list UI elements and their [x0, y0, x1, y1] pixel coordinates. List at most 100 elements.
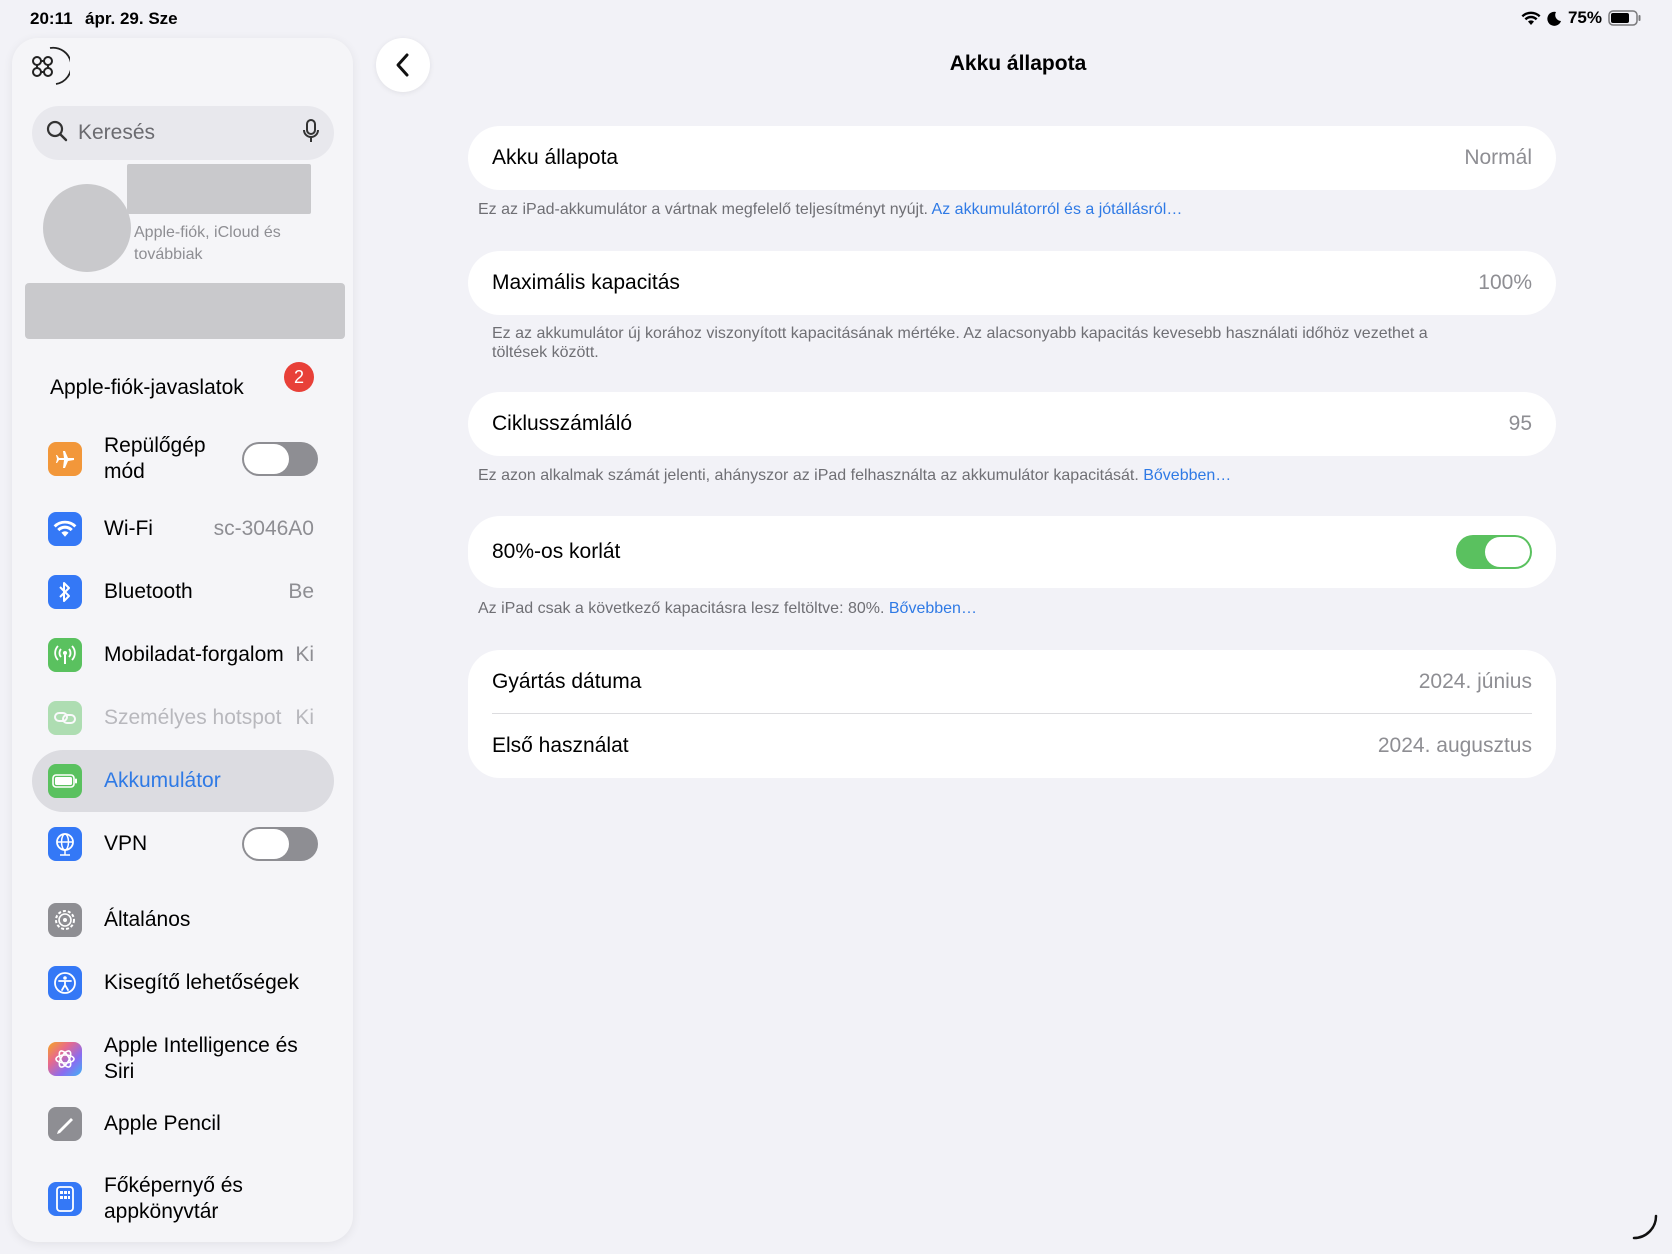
limit-label: 80%-os korlát	[492, 540, 621, 563]
limit-toggle[interactable]	[1456, 535, 1532, 569]
bluetooth-value: Be	[288, 580, 314, 603]
sidebar-item-label: Bluetooth	[104, 580, 193, 603]
account-suggestions-label[interactable]: Apple-fiók-javaslatok	[50, 376, 244, 400]
battery-status-icon	[1608, 10, 1642, 26]
battery-warranty-link[interactable]: Az akkumulátorról és a jótállásról…	[932, 201, 1183, 218]
dates-card: Gyártás dátuma 2024. június Első használ…	[468, 650, 1556, 778]
max-capacity-value: 100%	[1478, 271, 1532, 294]
sidebar-item-label: Repülőgép mód	[104, 434, 206, 483]
battery-percent: 75%	[1567, 8, 1602, 27]
avatar[interactable]	[43, 184, 131, 272]
max-capacity-row: Maximális kapacitás 100%	[492, 251, 1532, 315]
manufacture-date-row: Gyártás dátuma 2024. június	[492, 650, 1532, 714]
suggestions-badge: 2	[284, 362, 314, 392]
search-input[interactable]: Keresés	[32, 106, 334, 160]
accessibility-icon	[48, 966, 82, 1000]
sidebar-item-label: Apple Pencil	[104, 1112, 221, 1135]
sidebar-item-hotspot[interactable]: Személyes hotspot Ki	[32, 687, 334, 749]
cycle-count-more-link[interactable]: Bővebben…	[1143, 467, 1231, 484]
battery-state-row: Akku állapota Normál	[492, 126, 1532, 190]
cycle-count-note-text: Ez azon alkalmak számát jelenti, ahánysz…	[478, 467, 1139, 484]
first-use-row: Első használat 2024. augusztus	[492, 714, 1532, 778]
hotspot-value: Ki	[295, 706, 314, 729]
bluetooth-icon	[48, 575, 82, 609]
back-button[interactable]	[376, 38, 430, 92]
search-icon	[46, 120, 68, 147]
profile-name-redacted	[127, 164, 311, 214]
page-title: Akku állapota	[949, 52, 1087, 75]
chevron-left-icon	[396, 53, 409, 77]
moon-icon	[1547, 11, 1562, 26]
sidebar-item-battery[interactable]: Akkumulátor	[32, 750, 334, 812]
limit-row: 80%-os korlát	[492, 520, 1532, 584]
status-bar: 20:11 ápr. 29. Sze 75%	[0, 0, 1672, 38]
homescreen-icon	[48, 1182, 82, 1216]
battery-state-value: Normál	[1464, 146, 1532, 169]
gear-icon	[48, 903, 82, 937]
battery-icon	[48, 764, 82, 798]
max-capacity-note: Ez az akkumulátor új korához viszonyítot…	[492, 325, 1428, 361]
globe-icon	[48, 827, 82, 861]
siri-icon	[48, 1042, 82, 1076]
corner-gesture-indicator	[1632, 1214, 1658, 1240]
cycle-count-row: Ciklusszámláló 95	[492, 392, 1532, 456]
wifi-icon	[48, 512, 82, 546]
sidebar-item-cellular[interactable]: Mobiladat-forgalom Ki	[32, 624, 334, 686]
limit-more-link[interactable]: Bővebben…	[889, 600, 977, 617]
search-placeholder: Keresés	[78, 121, 156, 144]
sidebar-item-home-screen[interactable]: Főképernyő és appkönyvtár	[32, 1163, 334, 1235]
sidebar-item-label: Wi-Fi	[104, 517, 153, 540]
redacted-row	[25, 283, 345, 339]
battery-state-label: Akku állapota	[492, 146, 619, 169]
battery-state-note: Ez az iPad-akkumulátor a vártnak megfele…	[478, 200, 1488, 219]
airplane-icon	[48, 442, 82, 476]
hotspot-icon	[48, 701, 82, 735]
cycle-count-card: Ciklusszámláló 95	[468, 392, 1556, 456]
cycle-count-note: Ez azon alkalmak számát jelenti, ahánysz…	[478, 466, 1488, 485]
sidebar-item-label: Főképernyő és appkönyvtár	[104, 1174, 243, 1223]
profile-subtitle[interactable]: Apple-fiók, iCloud és továbbiak	[134, 222, 314, 266]
sidebar-item-label: Apple Intelligence és Siri	[104, 1034, 298, 1083]
manufacture-date-label: Gyártás dátuma	[492, 670, 642, 693]
sidebar-item-label: Mobiladat-forgalom	[104, 643, 284, 666]
sidebar-item-vpn[interactable]: VPN	[32, 813, 334, 875]
microphone-icon[interactable]	[302, 118, 320, 148]
sidebar-item-label: VPN	[104, 832, 148, 855]
sidebar-item-bluetooth[interactable]: Bluetooth Be	[32, 561, 334, 623]
battery-state-note-text: Ez az iPad-akkumulátor a vártnak megfele…	[478, 201, 928, 218]
battery-state-card: Akku állapota Normál	[468, 126, 1556, 190]
sidebar-item-wifi[interactable]: Wi-Fi sc-3046A0	[32, 498, 334, 560]
status-time: 20:11	[30, 9, 73, 28]
sidebar-item-airplane-mode[interactable]: Repülőgép mód	[32, 428, 334, 490]
pencil-icon	[48, 1107, 82, 1141]
status-date: ápr. 29. Sze	[85, 9, 178, 28]
sidebar-item-general[interactable]: Általános	[32, 889, 334, 951]
sidebar-item-siri[interactable]: Apple Intelligence és Siri	[32, 1023, 334, 1095]
airplane-mode-toggle[interactable]	[242, 442, 318, 476]
wifi-network-value: sc-3046A0	[213, 517, 314, 540]
first-use-value: 2024. augusztus	[1377, 734, 1532, 757]
sidebar: Keresés Apple-fiók, iCloud és továbbiak …	[12, 38, 353, 1242]
sidebar-item-label: Kisegítő lehetőségek	[104, 971, 299, 994]
cycle-count-value: 95	[1508, 412, 1532, 435]
sidebar-toggle-button[interactable]	[26, 46, 73, 86]
command-icon	[32, 46, 73, 85]
sidebar-item-label: Személyes hotspot	[104, 706, 282, 729]
vpn-toggle[interactable]	[242, 827, 318, 861]
limit-note: Az iPad csak a következő kapacitásra les…	[478, 599, 1488, 618]
max-capacity-card: Maximális kapacitás 100%	[468, 251, 1556, 315]
wifi-status-icon	[1521, 11, 1541, 26]
limit-note-text: Az iPad csak a következő kapacitásra les…	[478, 600, 885, 617]
sidebar-item-label: Általános	[104, 908, 191, 931]
status-right: 75%	[1521, 8, 1642, 28]
max-capacity-label: Maximális kapacitás	[492, 271, 680, 294]
cellular-value: Ki	[295, 643, 314, 666]
sidebar-item-label: Akkumulátor	[104, 769, 221, 792]
manufacture-date-value: 2024. június	[1418, 670, 1532, 693]
sidebar-item-accessibility[interactable]: Kisegítő lehetőségek	[32, 952, 334, 1014]
cycle-count-label: Ciklusszámláló	[492, 412, 633, 435]
sidebar-item-apple-pencil[interactable]: Apple Pencil	[32, 1093, 334, 1155]
antenna-icon	[48, 638, 82, 672]
first-use-label: Első használat	[492, 734, 629, 757]
limit-card: 80%-os korlát	[468, 516, 1556, 588]
